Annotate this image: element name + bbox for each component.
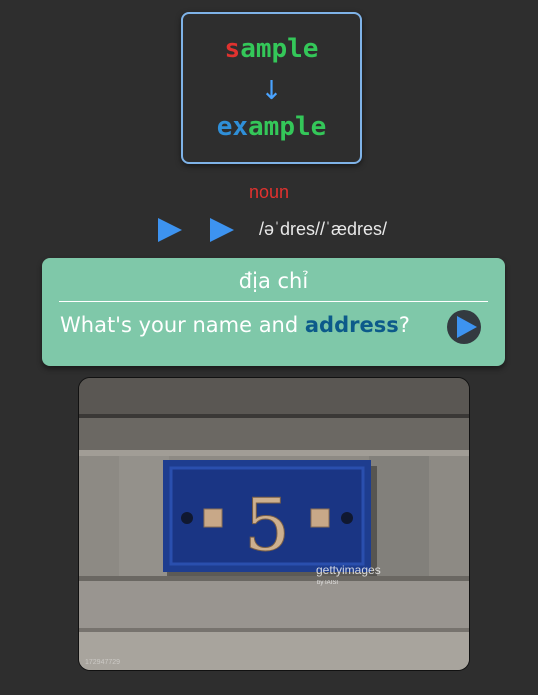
watermark: gettyimages bbox=[316, 563, 381, 577]
part-of-speech: noun bbox=[248, 182, 290, 202]
example-card: địa chỉ What's your name and address? bbox=[42, 258, 505, 366]
photo-id: 172947729 bbox=[85, 659, 120, 666]
down-arrow-icon: ↓ bbox=[260, 76, 283, 106]
watermark-credit: by IAISI bbox=[317, 580, 338, 586]
source-word-changed-letters: s bbox=[224, 34, 241, 64]
play-sentence-button[interactable] bbox=[447, 310, 481, 344]
sentence-before: What's your name and bbox=[60, 313, 305, 337]
source-word-common-letters: ample bbox=[240, 34, 319, 64]
play-us-pronunciation-button[interactable] bbox=[210, 218, 234, 242]
example-sentence: What's your name and address? bbox=[60, 313, 410, 337]
translation: địa chỉ bbox=[238, 269, 309, 293]
sentence-after: ? bbox=[398, 313, 410, 337]
pronunciation-ipa: /əˈdres//ˈædres/ bbox=[259, 219, 388, 239]
example-photo: 5 gettyimages by IAISI 172947729 bbox=[78, 377, 470, 671]
house-number: 5 bbox=[244, 483, 290, 567]
sentence-highlight: address bbox=[304, 313, 399, 337]
word-transform-box: sample ↓ example bbox=[181, 12, 362, 164]
target-word-changed-letters: ex bbox=[216, 112, 249, 142]
source-word: sample bbox=[183, 34, 360, 64]
play-icon bbox=[457, 316, 477, 338]
card-divider bbox=[59, 301, 488, 302]
play-uk-pronunciation-button[interactable] bbox=[158, 218, 182, 242]
target-word: example bbox=[183, 112, 360, 142]
target-word-common-letters: ample bbox=[248, 112, 327, 142]
